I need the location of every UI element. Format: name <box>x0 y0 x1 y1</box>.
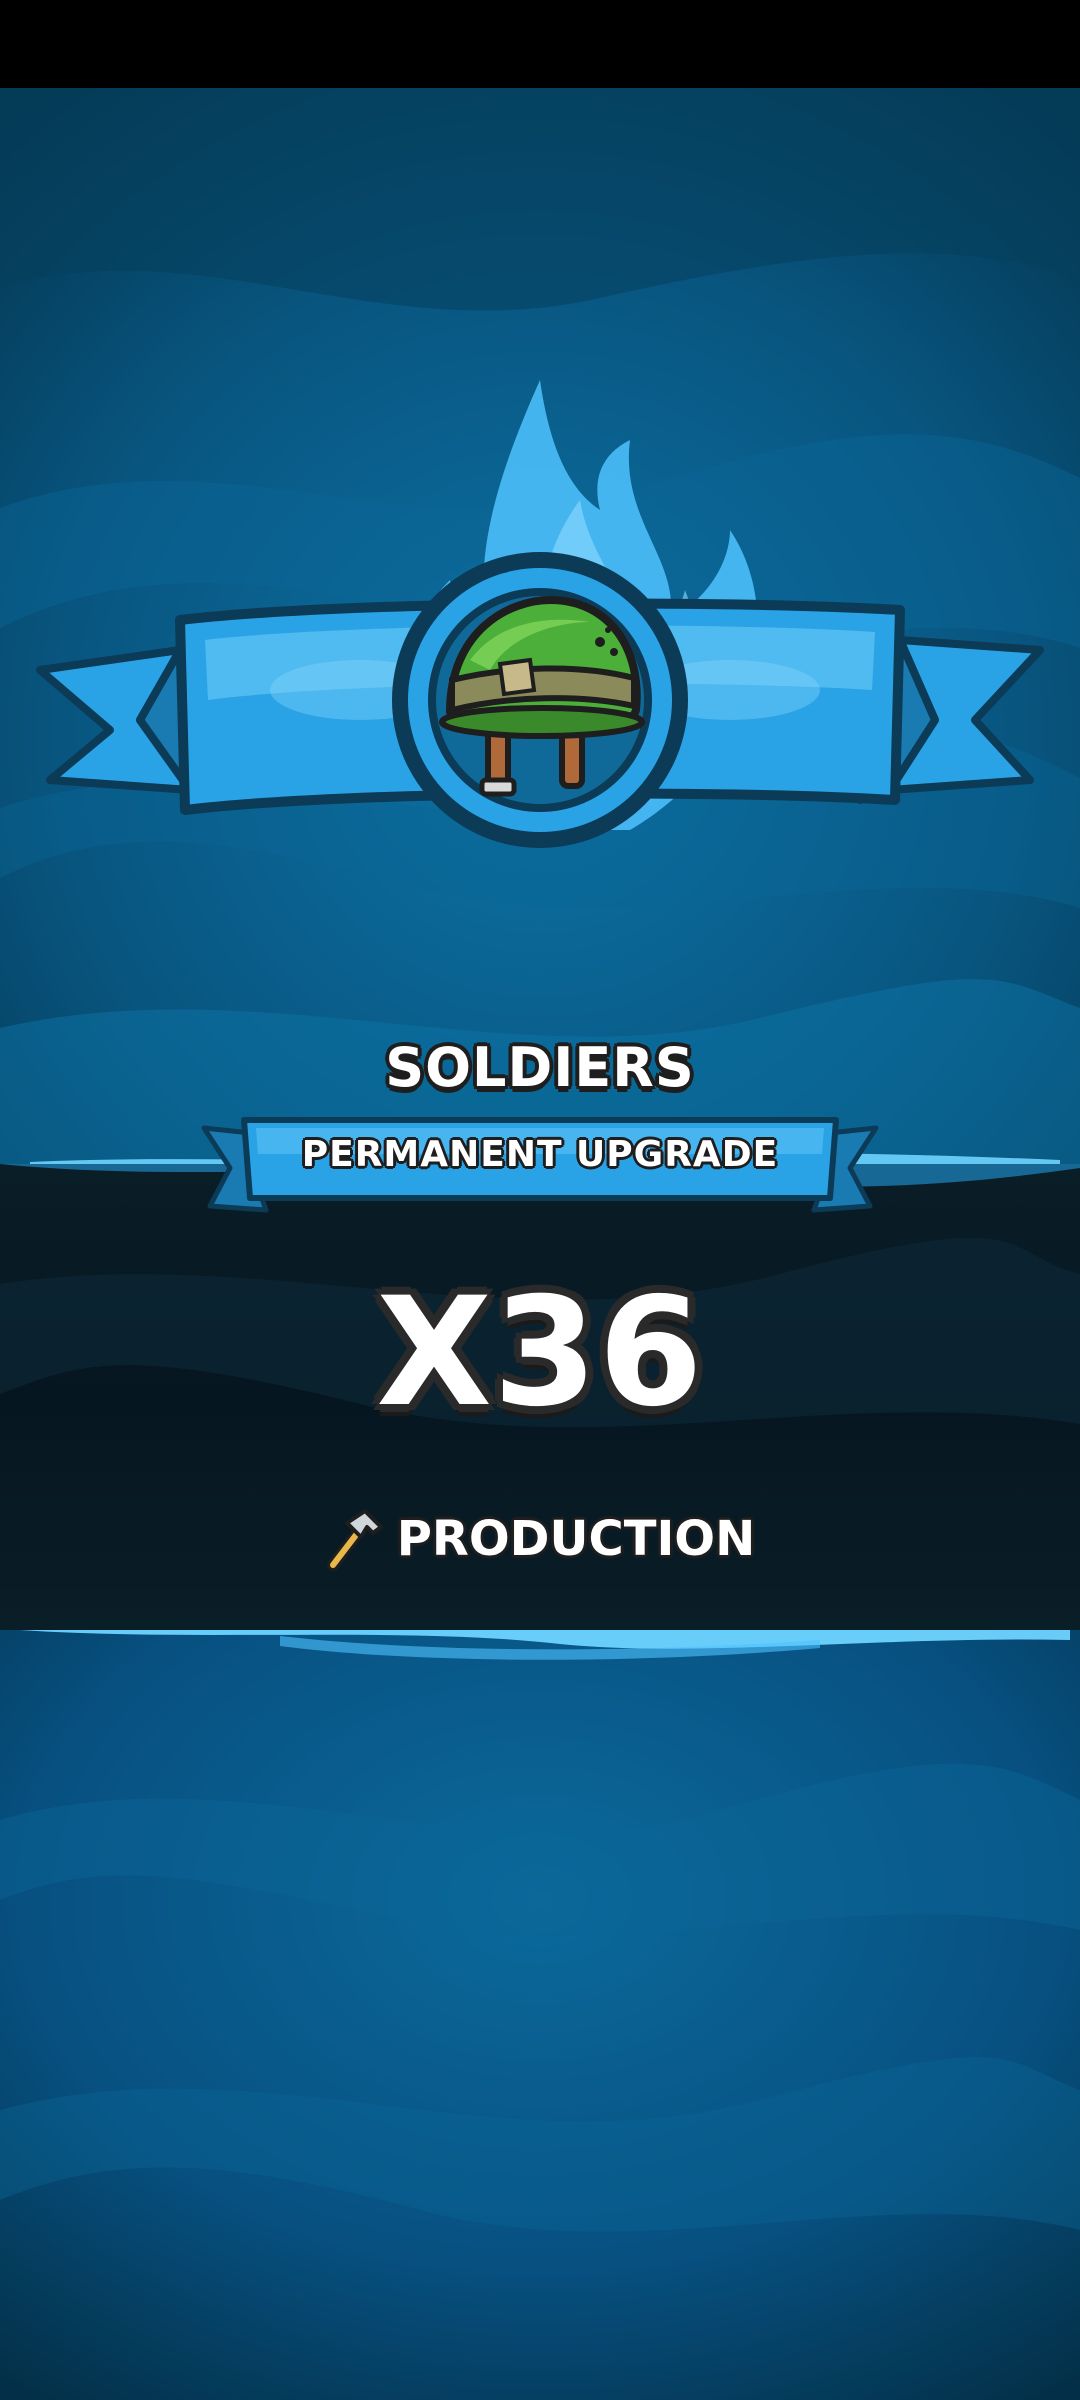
reward-emblem <box>36 380 1044 848</box>
upgrade-multiplier: X36 <box>376 1266 704 1440</box>
status-bar <box>0 0 1080 88</box>
stat-label: PRODUCTION <box>396 1511 756 1567</box>
reward-title: SOLDIERS <box>385 1036 695 1099</box>
lower-background <box>0 1630 1080 2400</box>
reward-subtitle: PERMANENT UPGRADE <box>301 1134 779 1175</box>
hammer-icon <box>326 1509 383 1571</box>
stat-row: PRODUCTION <box>0 1504 1080 1574</box>
reward-screen[interactable]: SOLDIERS PERMANENT UPGRADE X36 PRODUCTIO… <box>0 0 1080 2400</box>
